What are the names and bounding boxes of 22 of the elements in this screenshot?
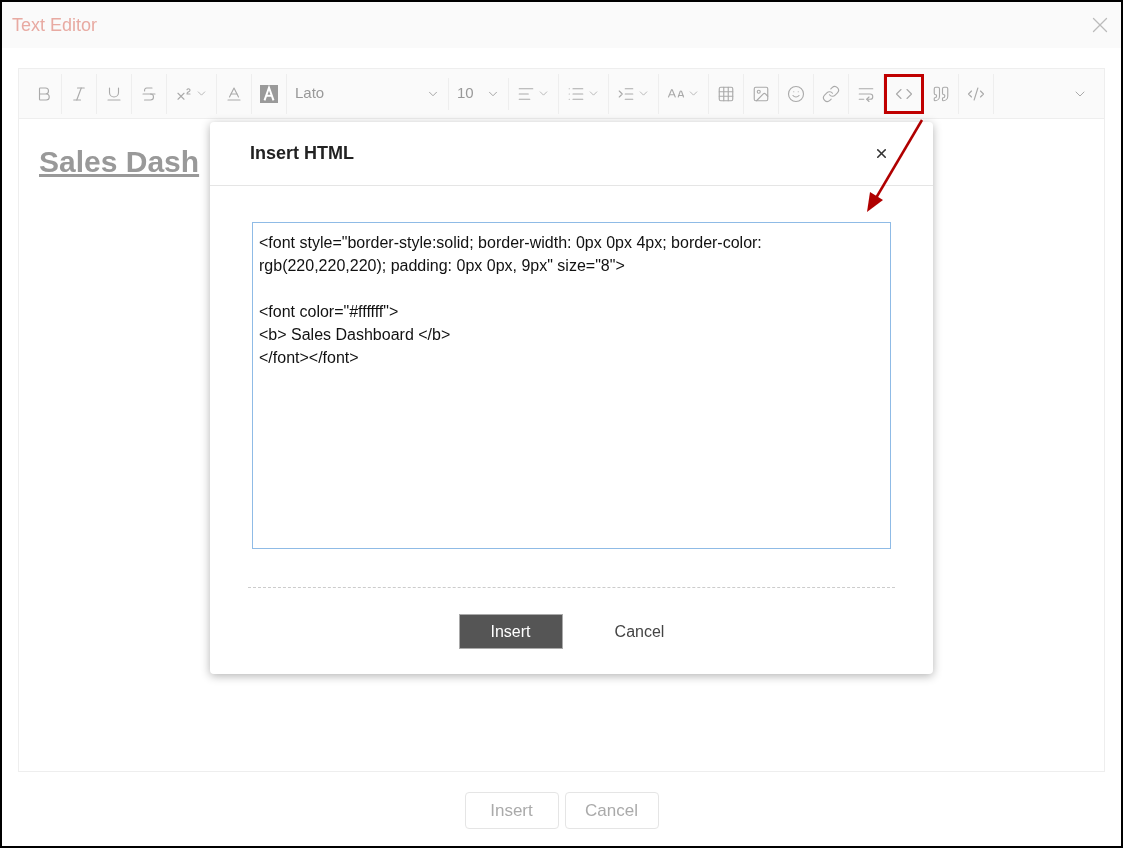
table-icon (717, 84, 735, 103)
strikethrough-icon (140, 84, 158, 103)
code-pen-icon (967, 84, 985, 103)
code-button[interactable] (884, 73, 924, 114)
italic-icon (70, 84, 88, 103)
insert-button[interactable]: Insert (458, 614, 563, 649)
underline-icon (105, 84, 123, 103)
font-select[interactable]: Lato (287, 77, 449, 110)
emoji-icon (787, 84, 805, 103)
quote-icon (932, 84, 950, 103)
cancel-button[interactable]: Cancel (564, 792, 659, 829)
cancel-button[interactable]: Cancel (594, 614, 685, 649)
dialog-title: Insert HTML (250, 142, 354, 165)
insert-button[interactable]: Insert (464, 792, 559, 829)
document-heading: Sales Dash (39, 145, 200, 178)
close-icon[interactable] (874, 146, 889, 161)
size-select[interactable]: 10 (449, 77, 509, 110)
html-input-field[interactable]: <font style="border-style:solid; border-width: 0px 0px 4px; border-color: rgb(220,220,220); padding: 0px 0px, 9px" size="8"> <font color="#ffffff"> <b> Sales Dashboard </b> </font></font> (252, 222, 891, 549)
link-icon (822, 84, 840, 103)
highlight-icon (260, 84, 278, 103)
window-title: Text Editor (12, 13, 98, 37)
image-icon (752, 84, 770, 103)
